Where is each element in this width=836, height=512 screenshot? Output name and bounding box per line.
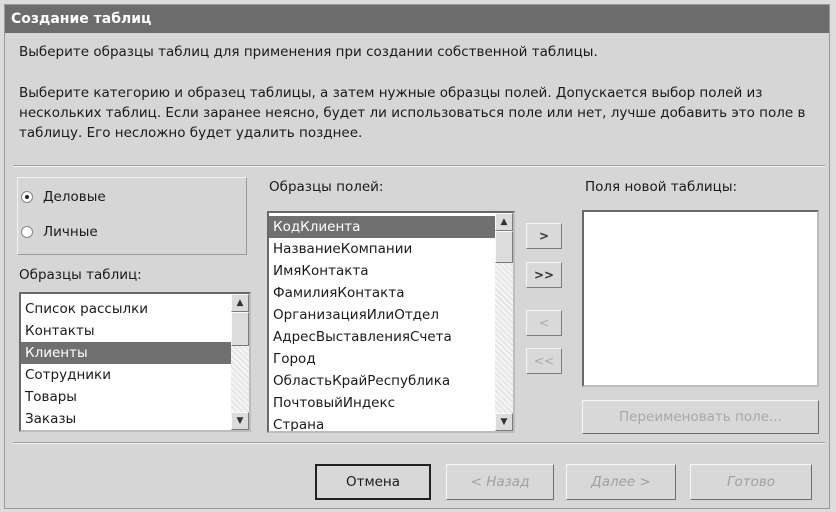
sample-fields-label: Образцы полей: (269, 179, 384, 195)
radio-personal-label: Личные (43, 224, 98, 240)
separator-bottom (13, 442, 825, 444)
scroll-thumb[interactable] (231, 312, 249, 346)
list-item[interactable]: ФамилияКонтакта (269, 282, 513, 304)
sample-tables-label: Образцы таблиц: (19, 267, 142, 283)
intro-line-1: Выберите образцы таблиц для применения п… (19, 44, 598, 60)
finish-button[interactable]: Готово (690, 464, 812, 500)
new-table-fields-list[interactable] (582, 210, 819, 387)
list-item[interactable]: Контакты (21, 320, 249, 342)
list-item[interactable]: Товары (21, 386, 249, 408)
scroll-down-icon[interactable]: ▼ (231, 412, 249, 430)
radio-business[interactable]: Деловые (21, 189, 106, 205)
add-field-button[interactable]: > (526, 223, 562, 249)
back-button[interactable]: < Назад (446, 464, 554, 500)
title-bar: Создание таблиц (5, 5, 829, 33)
rename-field-button[interactable]: Переименовать поле... (582, 400, 819, 434)
list-item[interactable]: НазваниеКомпании (269, 238, 513, 260)
list-item[interactable]: Сотрудники (21, 364, 249, 386)
list-item-selected[interactable]: КодКлиента (269, 216, 513, 238)
cancel-button[interactable]: Отмена (315, 464, 431, 500)
dialog-window: Создание таблиц Выберите образцы таблиц … (4, 4, 830, 509)
remove-field-button[interactable]: < (526, 310, 562, 336)
remove-all-fields-button[interactable]: << (526, 348, 562, 374)
intro-line-2: Выберите категорию и образец таблицы, а … (19, 85, 806, 141)
next-button[interactable]: Далее > (566, 464, 676, 500)
fields-scrollbar[interactable]: ▲ ▼ (495, 213, 513, 431)
scroll-thumb[interactable] (495, 231, 513, 263)
list-item[interactable]: ИмяКонтакта (269, 260, 513, 282)
add-all-fields-button[interactable]: >> (526, 262, 562, 288)
sample-fields-list[interactable]: КодКлиента НазваниеКомпании ИмяКонтакта … (267, 211, 515, 433)
list-item-selected[interactable]: Клиенты (21, 342, 249, 364)
scroll-down-icon[interactable]: ▼ (495, 413, 513, 431)
radio-dot-icon (21, 226, 33, 238)
list-item[interactable]: Город (269, 348, 513, 370)
radio-dot-selected-icon (21, 191, 33, 203)
scroll-up-icon[interactable]: ▲ (495, 213, 513, 231)
radio-personal[interactable]: Личные (21, 224, 98, 240)
sample-tables-list[interactable]: Список рассылки Контакты Клиенты Сотрудн… (19, 292, 251, 432)
new-fields-label: Поля новой таблицы: (585, 179, 738, 195)
list-item[interactable]: Заказы (21, 408, 249, 430)
radio-business-label: Деловые (43, 189, 106, 205)
tables-scrollbar[interactable]: ▲ ▼ (231, 294, 249, 430)
list-item[interactable]: ОрганизацияИлиОтдел (269, 304, 513, 326)
list-item[interactable]: ПочтовыйИндекс (269, 392, 513, 414)
list-item[interactable]: АдресВыставленияСчета (269, 326, 513, 348)
list-item[interactable]: Страна (269, 414, 513, 431)
list-item[interactable]: Список рассылки (21, 298, 249, 320)
list-item[interactable]: ОбластьКрайРеспублика (269, 370, 513, 392)
separator-top (13, 165, 825, 167)
scroll-up-icon[interactable]: ▲ (231, 294, 249, 312)
